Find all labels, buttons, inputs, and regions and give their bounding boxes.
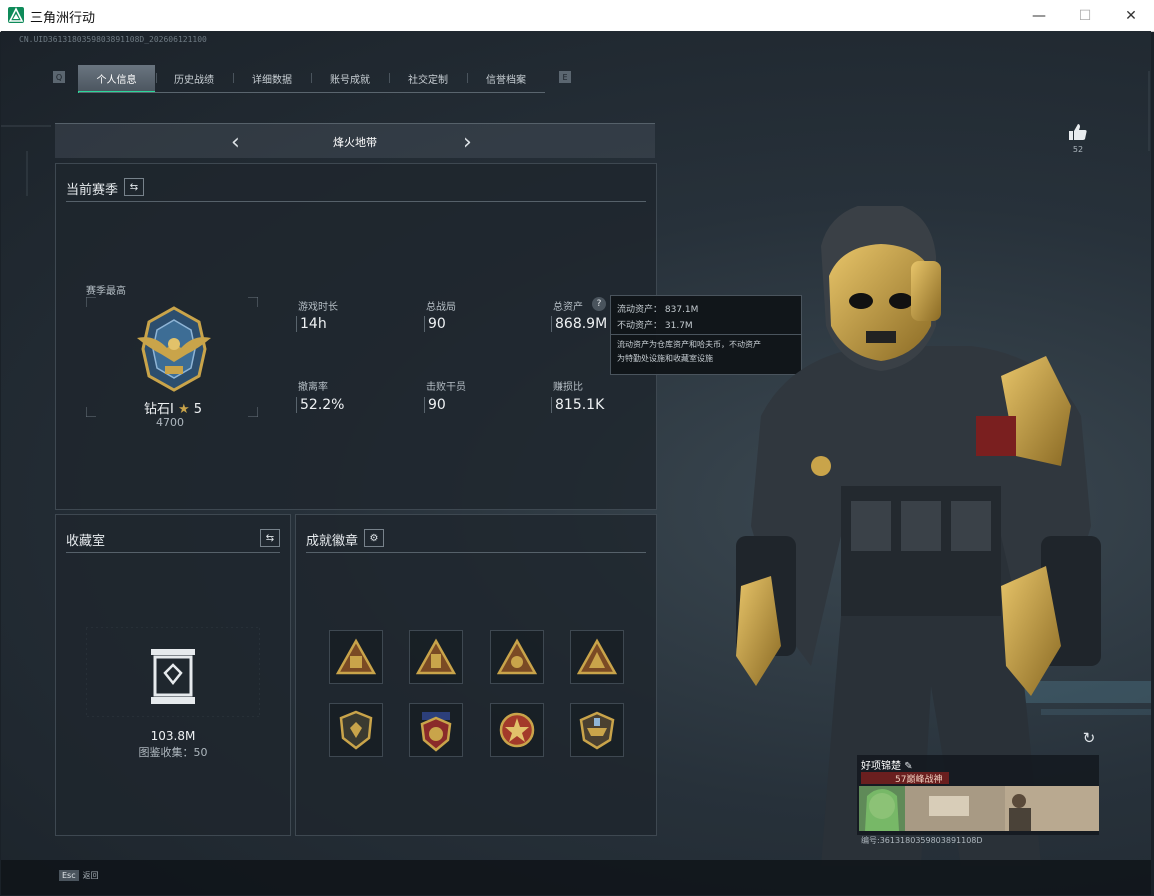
star-shield-badge-icon xyxy=(420,712,452,752)
achievement-badge[interactable] xyxy=(570,630,624,684)
divider xyxy=(66,201,646,202)
back-button[interactable]: Esc 返回 xyxy=(59,870,99,881)
stat-value-total-matches: 90 xyxy=(424,316,446,332)
tooltip-fixed-row: 不动资产： 31.7M xyxy=(617,318,693,331)
mode-next-arrow-icon[interactable]: › xyxy=(463,130,472,155)
stat-label-extraction-rate: 撤离率 xyxy=(298,382,328,393)
player-name: 好项锦楚 xyxy=(861,761,901,772)
game-viewport: CN.UID3613180359803891108D_202606121100 … xyxy=(1,31,1151,895)
rank-name: 钻石Ⅰ xyxy=(144,402,174,417)
achievement-badge[interactable] xyxy=(329,630,383,684)
esc-key: Esc xyxy=(59,870,79,881)
collection-count-row: 图鉴收集：50 xyxy=(56,744,290,760)
season-title: 当前赛季 xyxy=(66,183,119,198)
divider xyxy=(306,552,646,553)
tooltip-desc-2: 为特勤处设施和收藏室设施 xyxy=(617,354,713,363)
divider xyxy=(66,552,280,553)
refresh-icon[interactable]: ↻ xyxy=(1079,728,1099,748)
stat-label-total-assets: 总资产 xyxy=(553,302,583,313)
stat-value-playtime: 14h xyxy=(296,316,327,332)
player-name-row: 好项锦楚 ✎ xyxy=(861,757,913,772)
tooltip-liquid-label: 流动资产： xyxy=(617,305,663,315)
star-icon: ★ xyxy=(177,402,190,417)
triangle-badge-icon xyxy=(577,638,617,675)
tab-reputation[interactable]: 信誉档案 xyxy=(467,65,545,91)
stat-value-total-assets: 868.9M xyxy=(551,316,607,332)
like-count: 52 xyxy=(1072,145,1084,154)
edit-icon[interactable]: ✎ xyxy=(904,761,912,772)
stat-label-total-matches: 总战局 xyxy=(426,302,456,313)
achievement-badge[interactable] xyxy=(329,703,383,757)
rank-caption: 赛季最高 xyxy=(86,286,126,297)
triangle-badge-icon xyxy=(336,638,376,675)
achievements-panel: 成就徽章 ⚙ xyxy=(295,514,657,836)
collection-panel: 收藏室 ⇆ 103.8M 图鉴收集：50 xyxy=(55,514,291,836)
collection-title: 收藏室 xyxy=(66,534,106,549)
profile-tabs: Q 个人信息 历史战绩 详细数据 账号成就 社交定制 信誉档案 E xyxy=(51,65,581,93)
shield-badge-icon xyxy=(339,710,373,750)
minimize-button[interactable]: — xyxy=(1016,0,1062,31)
swap-icon[interactable]: ⇆ xyxy=(124,178,144,196)
tab-prev-key[interactable]: Q xyxy=(53,71,65,83)
help-icon[interactable]: ? xyxy=(592,297,606,311)
footer-bar: Esc 返回 xyxy=(1,860,1151,895)
player-banner-image xyxy=(859,786,1099,831)
mode-selector: ‹ 烽火地带 › xyxy=(55,123,655,158)
display-case-icon xyxy=(151,649,195,704)
triangle-badge-icon xyxy=(497,638,537,675)
window-title: 三角洲行动 xyxy=(30,11,96,26)
player-card[interactable]: 好项锦楚 ✎ 57巅峰战神 编号:3613180359803891108D xyxy=(857,755,1099,845)
swap-icon[interactable]: ⇆ xyxy=(260,529,280,547)
tab-detailed-data[interactable]: 详细数据 xyxy=(233,65,311,91)
achievement-badge[interactable] xyxy=(490,630,544,684)
stat-label-profit-ratio: 赚损比 xyxy=(553,382,583,393)
crest-badge-icon xyxy=(579,711,615,750)
rank-name-row: 钻石Ⅰ ★ 5 xyxy=(144,398,202,417)
triangle-badge-icon xyxy=(416,638,456,675)
back-label: 返回 xyxy=(82,871,99,880)
mode-label: 烽火地带 xyxy=(333,136,377,149)
tooltip-fixed-value: 31.7M xyxy=(664,321,693,331)
diamond-rank-emblem-icon xyxy=(137,306,211,392)
like-widget[interactable]: 52 xyxy=(1065,123,1091,154)
collection-count-label: 图鉴收集： xyxy=(138,746,194,759)
tooltip-liquid-row: 流动资产： 837.1M xyxy=(617,302,698,315)
tab-achievements[interactable]: 账号成就 xyxy=(311,65,389,91)
app-logo-icon xyxy=(8,7,24,23)
tab-personal-info[interactable]: 个人信息 xyxy=(78,65,155,93)
tabs-underline xyxy=(79,92,545,93)
achievement-badge[interactable] xyxy=(409,703,463,757)
tab-next-key[interactable]: E xyxy=(559,71,571,83)
player-tag: 57巅峰战神 xyxy=(861,772,949,785)
rank-stars: 5 xyxy=(193,402,203,417)
current-season-panel: 当前赛季 ⇆ 赛季最高 钻石Ⅰ ★ 5 4700 游戏时长 14h 总战局 90 xyxy=(55,163,657,510)
close-button[interactable]: ✕ xyxy=(1108,0,1154,31)
stat-label-kills: 击败干员 xyxy=(426,382,466,393)
window-titlebar: 三角洲行动 — ☐ ✕ xyxy=(0,0,1154,32)
stat-value-profit-ratio: 815.1K xyxy=(551,397,604,413)
collection-count: 50 xyxy=(193,746,208,759)
thumbs-up-icon[interactable] xyxy=(1068,123,1088,141)
achievement-badge[interactable] xyxy=(570,703,624,757)
tab-history[interactable]: 历史战绩 xyxy=(155,65,233,91)
maximize-button[interactable]: ☐ xyxy=(1062,0,1108,31)
tooltip-fixed-label: 不动资产： xyxy=(617,321,663,331)
tooltip-liquid-value: 837.1M xyxy=(664,305,699,315)
player-id: 编号:3613180359803891108D xyxy=(861,836,983,845)
stat-value-kills: 90 xyxy=(424,397,446,413)
achievements-title: 成就徽章 xyxy=(306,534,359,549)
star-medal-badge-icon xyxy=(499,712,535,748)
achievement-badge[interactable] xyxy=(490,703,544,757)
rank-points: 4700 xyxy=(156,416,184,429)
stat-value-extraction-rate: 52.2% xyxy=(296,397,344,413)
gear-icon[interactable]: ⚙ xyxy=(364,529,384,547)
achievement-badge[interactable] xyxy=(409,630,463,684)
collection-value: 103.8M xyxy=(150,729,196,743)
tab-social[interactable]: 社交定制 xyxy=(389,65,467,91)
stat-label-playtime: 游戏时长 xyxy=(298,302,338,313)
